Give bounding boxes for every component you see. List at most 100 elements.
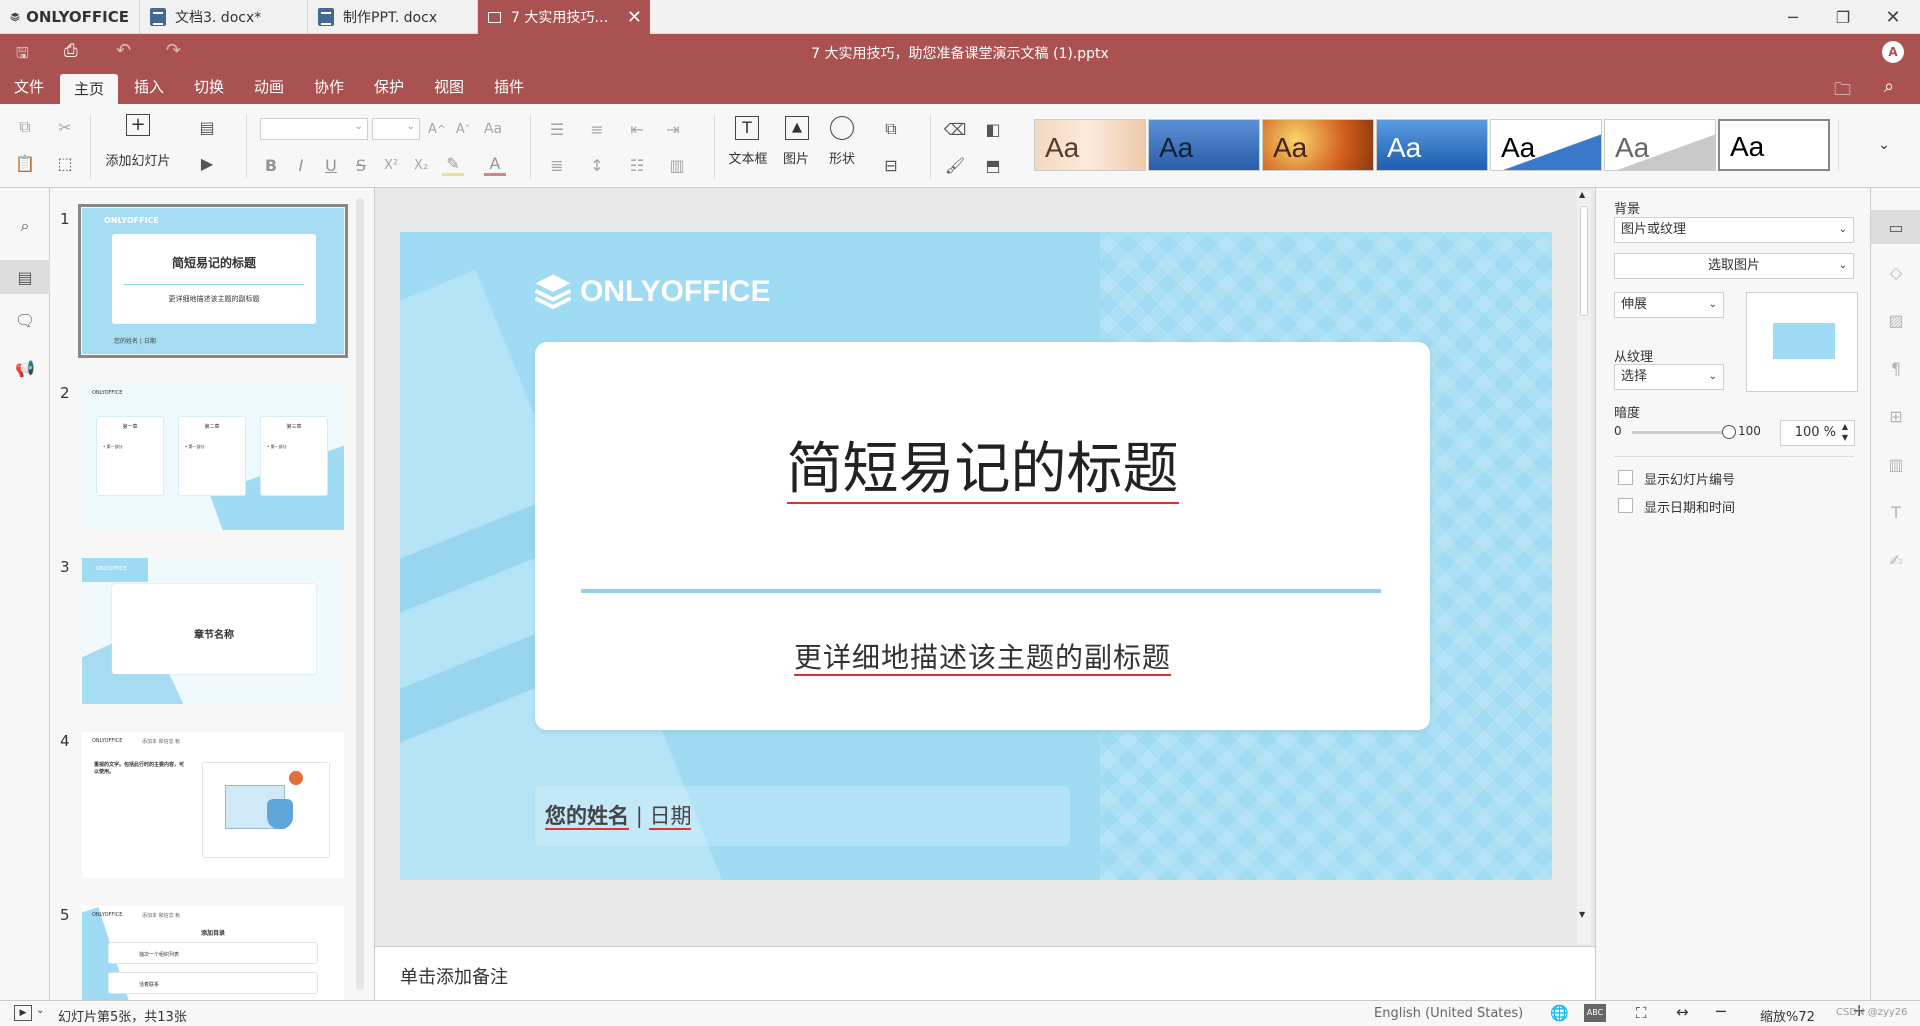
transparency-input[interactable]: 100 % ▲ ▼ xyxy=(1780,420,1855,446)
zoom-out-icon[interactable]: ─ xyxy=(1716,1002,1726,1021)
align-shape-icon[interactable]: ⊟ xyxy=(880,154,902,176)
spellcheck-icon[interactable]: ABC xyxy=(1584,1004,1606,1022)
strikethrough-button[interactable]: S xyxy=(350,154,372,176)
subscript-icon[interactable]: X₂ xyxy=(410,154,432,176)
scroll-up-icon[interactable]: ▲ xyxy=(1579,190,1585,199)
start-slideshow-icon[interactable]: ▶ xyxy=(196,152,218,174)
italic-button[interactable]: I xyxy=(290,154,312,176)
theme-2[interactable]: Aa xyxy=(1148,119,1260,171)
menu-collaborate[interactable]: 协作 xyxy=(300,70,358,104)
menu-file[interactable]: 文件 xyxy=(0,70,58,104)
canvas-scrollbar[interactable]: ▲ ▼ xyxy=(1577,190,1591,944)
notes-panel[interactable]: 单击添加备注 xyxy=(375,946,1595,1000)
increase-indent-icon[interactable]: ⇥ xyxy=(662,118,684,140)
shape-button[interactable]: 形状 xyxy=(820,114,864,180)
brand-tab[interactable]: ONLYOFFICE xyxy=(0,0,140,34)
transparency-slider-track[interactable] xyxy=(1632,431,1728,434)
slides-icon[interactable]: ▤ xyxy=(0,260,50,294)
cut-icon[interactable]: ✂ xyxy=(54,116,76,138)
fill-type-select[interactable]: 图片或纹理 ⌄ xyxy=(1614,217,1854,243)
texture-select[interactable]: 选择 ⌄ xyxy=(1614,364,1724,390)
menu-plugins[interactable]: 插件 xyxy=(480,70,538,104)
minimize-button[interactable]: ─ xyxy=(1768,0,1818,34)
scrollbar-thumb[interactable] xyxy=(1580,206,1588,316)
chart-settings-icon[interactable]: ▥ xyxy=(1884,452,1908,476)
title-card[interactable]: 简短易记的标题 更详细地描述该主题的副标题 xyxy=(535,342,1430,730)
tab-doc-2[interactable]: 制作PPT. docx xyxy=(308,0,478,34)
slide-size-icon[interactable]: ⬒ xyxy=(982,154,1004,176)
signature-settings-icon[interactable]: ✍ xyxy=(1884,548,1908,572)
decrease-font-icon[interactable]: Aˇ xyxy=(452,118,474,140)
user-avatar[interactable]: A xyxy=(1882,41,1904,63)
show-date-time-checkbox[interactable] xyxy=(1618,498,1633,513)
select-all-icon[interactable]: ⬚ xyxy=(54,152,76,174)
transparency-slider-thumb[interactable] xyxy=(1722,425,1736,439)
fit-slide-icon[interactable]: ⛶ xyxy=(1636,1004,1647,1022)
search-icon[interactable]: ⌕ xyxy=(13,214,37,238)
menu-home[interactable]: 主页 xyxy=(60,74,119,104)
theme-4[interactable]: Aa xyxy=(1376,119,1488,171)
footer-box[interactable]: 您的姓名 | 日期 xyxy=(535,786,1070,846)
paste-icon[interactable]: 📋 xyxy=(14,152,36,174)
slide-thumbnail-3[interactable]: ONLYOFFICE 章节名称 xyxy=(82,558,344,704)
layout-icon[interactable]: ▤ xyxy=(196,116,218,138)
theme-5[interactable]: Aa xyxy=(1490,119,1602,171)
menu-animation[interactable]: 动画 xyxy=(240,70,298,104)
menu-view[interactable]: 视图 xyxy=(420,70,478,104)
color-scheme-icon[interactable]: ◧ xyxy=(982,118,1004,140)
slide-thumbnail-2[interactable]: ONLYOFFICE 第一章 • 第一部分 第二章 • 第一部分 第三章 • 第一部分 xyxy=(82,384,344,530)
bullets-icon[interactable]: ☰ xyxy=(546,118,568,140)
play-slideshow-icon[interactable]: ▶ xyxy=(14,1005,32,1021)
numbering-icon[interactable]: ≡ xyxy=(586,118,608,140)
copy-style-icon[interactable]: 🖌 xyxy=(944,154,966,176)
theme-6[interactable]: Aa xyxy=(1604,119,1716,171)
slide-title[interactable]: 简短易记的标题 xyxy=(535,424,1430,505)
select-image-button[interactable]: 选取图片 ⌄ xyxy=(1614,253,1854,279)
menu-transitions[interactable]: 切换 xyxy=(180,70,238,104)
arrange-icon[interactable]: ⧉ xyxy=(880,118,902,140)
slide-thumbnail-4[interactable]: ONLYOFFICE 添加本 和信息 帐 重视的文字。包括此行时的主要内容，可以… xyxy=(82,732,344,878)
font-color-icon[interactable]: A xyxy=(484,154,506,176)
add-slide-button[interactable]: + 添加幻灯片 xyxy=(100,112,176,182)
font-name-select[interactable]: ⌄ xyxy=(260,118,368,140)
change-case-icon[interactable]: Aa xyxy=(482,118,504,140)
textbox-button[interactable]: T 文本框 xyxy=(726,114,770,180)
restore-button[interactable]: ❐ xyxy=(1818,0,1868,34)
image-button[interactable]: ▲ 图片 xyxy=(776,114,816,180)
copy-icon[interactable]: ⧉ xyxy=(14,116,36,138)
bold-button[interactable]: B xyxy=(260,154,282,176)
line-spacing-icon[interactable]: ☷ xyxy=(626,154,648,176)
slide-settings-icon[interactable]: ▭ xyxy=(1871,210,1920,244)
superscript-icon[interactable]: X² xyxy=(380,154,402,176)
globe-icon[interactable]: 🌐 xyxy=(1550,1004,1569,1022)
tab-doc-1[interactable]: 文档3. docx* xyxy=(140,0,308,34)
text-art-settings-icon[interactable]: T xyxy=(1884,500,1908,524)
fit-width-icon[interactable]: ↔ xyxy=(1676,1003,1689,1021)
main-slide[interactable]: ONLYOFFICE 简短易记的标题 更详细地描述该主题的副标题 您的姓名 | … xyxy=(400,232,1552,880)
image-settings-icon[interactable]: ▨ xyxy=(1884,308,1908,332)
search-icon[interactable]: ⌕ xyxy=(1884,76,1894,97)
close-tab-icon[interactable]: ✕ xyxy=(627,7,642,28)
highlight-icon[interactable]: ✎ xyxy=(442,154,464,176)
shape-settings-icon[interactable]: ◇ xyxy=(1884,260,1908,284)
vertical-align-icon[interactable]: ↕ xyxy=(586,154,608,176)
decrease-indent-icon[interactable]: ⇤ xyxy=(626,118,648,140)
theme-3[interactable]: Aa xyxy=(1262,119,1374,171)
show-slide-number-checkbox[interactable] xyxy=(1618,470,1633,485)
comments-icon[interactable]: 🗨 xyxy=(13,308,37,332)
menu-insert[interactable]: 插入 xyxy=(120,70,178,104)
feedback-icon[interactable]: 📢 xyxy=(13,356,37,380)
theme-more-button[interactable]: ⌄ xyxy=(1838,119,1902,171)
paragraph-settings-icon[interactable]: ¶ xyxy=(1884,356,1908,380)
increase-font-icon[interactable]: A ^ xyxy=(426,118,448,140)
align-left-icon[interactable]: ≣ xyxy=(546,154,568,176)
language-select[interactable]: English (United States) xyxy=(1374,1006,1523,1021)
chevron-down-icon[interactable]: ⌄ xyxy=(36,1005,44,1016)
slide-subtitle[interactable]: 更详细地描述该主题的副标题 xyxy=(535,636,1430,676)
underline-button[interactable]: U xyxy=(320,154,342,176)
stretch-select[interactable]: 伸展 ⌄ xyxy=(1614,292,1724,318)
slide-thumbnail-5[interactable]: ONLYOFFICE 添加本 和信息 帐 添加目录 独次一个组织列表 活着联系 xyxy=(82,906,344,1000)
thumbnails-scrollbar[interactable] xyxy=(356,198,364,990)
close-window-button[interactable]: ✕ xyxy=(1868,0,1918,34)
slide-thumbnail-1[interactable]: ONLYOFFICE 简短易记的标题 更详细地描述该主题的副标题 您的姓名 | … xyxy=(78,204,348,358)
